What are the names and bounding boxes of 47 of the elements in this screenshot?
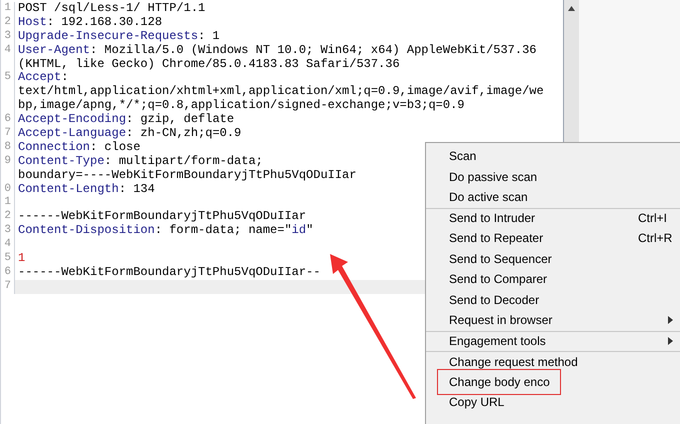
line-number: 2: [4, 16, 11, 28]
menu-item[interactable]: Send to Sequencer: [426, 248, 680, 269]
code-line: POST /sql/Less-1/ HTTP/1.1: [17, 2, 206, 16]
code-line: Content-Type: multipart/form-data;: [17, 154, 263, 169]
line-number: 3: [4, 30, 11, 42]
menu-item[interactable]: Send to Decoder: [426, 290, 680, 310]
code-line: Upgrade-Insecure-Requests: 1: [17, 30, 220, 44]
line-number: 7: [4, 280, 11, 292]
menu-item[interactable]: Do passive scan: [426, 166, 680, 187]
line-number: 2: [4, 210, 11, 222]
code-line: 1: [17, 252, 26, 266]
line-number: 3: [4, 224, 11, 236]
line-number: 4: [4, 44, 11, 56]
code-line: Accept:: [17, 71, 68, 85]
code-line: text/html,application/xhtml+xml,application/xml;q=0.9,image/avif,image/we: [17, 85, 544, 99]
menu-item[interactable]: Send to Comparer: [426, 269, 680, 290]
line-number: 5: [4, 71, 11, 84]
line-number: 5: [4, 252, 11, 264]
menu-item[interactable]: Do active scan: [426, 187, 680, 208]
line-number: 8: [4, 140, 11, 153]
code-line: Accept-Language: zh-CN,zh;q=0.9: [17, 127, 242, 141]
line-number: 6: [4, 266, 11, 278]
menu-item[interactable]: Engagement tools: [426, 330, 680, 351]
line-number: 7: [4, 127, 11, 140]
line-number: 9: [4, 154, 11, 167]
code-line: bp,image/apng,*/*;q=0.8,application/signed-exchange;v=b3;q=0.9: [17, 99, 464, 113]
line-number: 4: [4, 238, 11, 250]
menu-item[interactable]: Copy URL: [426, 392, 680, 412]
menu-item[interactable]: Send to Intruder Ctrl+I: [426, 208, 680, 228]
menu-item[interactable]: Request in browser: [426, 310, 680, 330]
code-line: (KHTML, like Gecko) Chrome/85.0.4183.83 Safari/537.36: [17, 58, 400, 72]
code-line: Host: 192.168.30.128: [17, 16, 162, 30]
menu-item[interactable]: Scan: [426, 146, 680, 166]
code-line: Accept-Encoding: gzip, deflate: [17, 113, 234, 127]
code-line: User-Agent: Mozilla/5.0 (Windows NT 10.0; Win64; x64) AppleWebKit/537.36: [17, 44, 536, 58]
line-number: 1: [4, 2, 11, 14]
menu-item[interactable]: Change request method: [426, 351, 680, 372]
code-line: ------WebKitFormBoundaryjTtPhu5VqODuIIar--: [17, 266, 320, 280]
menu-item[interactable]: Send to Repeater Ctrl+R: [426, 228, 680, 248]
code-line: Content-Length: 134: [17, 182, 155, 196]
code-line: ------WebKitFormBoundaryjTtPhu5VqODuIIar: [17, 210, 306, 224]
line-number: 6: [4, 113, 11, 126]
code-line: boundary=----WebKitFormBoundaryjTtPhu5VqODuIIar: [17, 168, 356, 183]
line-number: 1: [4, 196, 11, 208]
line-number: 0: [4, 182, 11, 195]
code-line: Connection: close: [17, 140, 140, 155]
code-line: Content-Disposition: form-data; name="id": [17, 224, 314, 238]
